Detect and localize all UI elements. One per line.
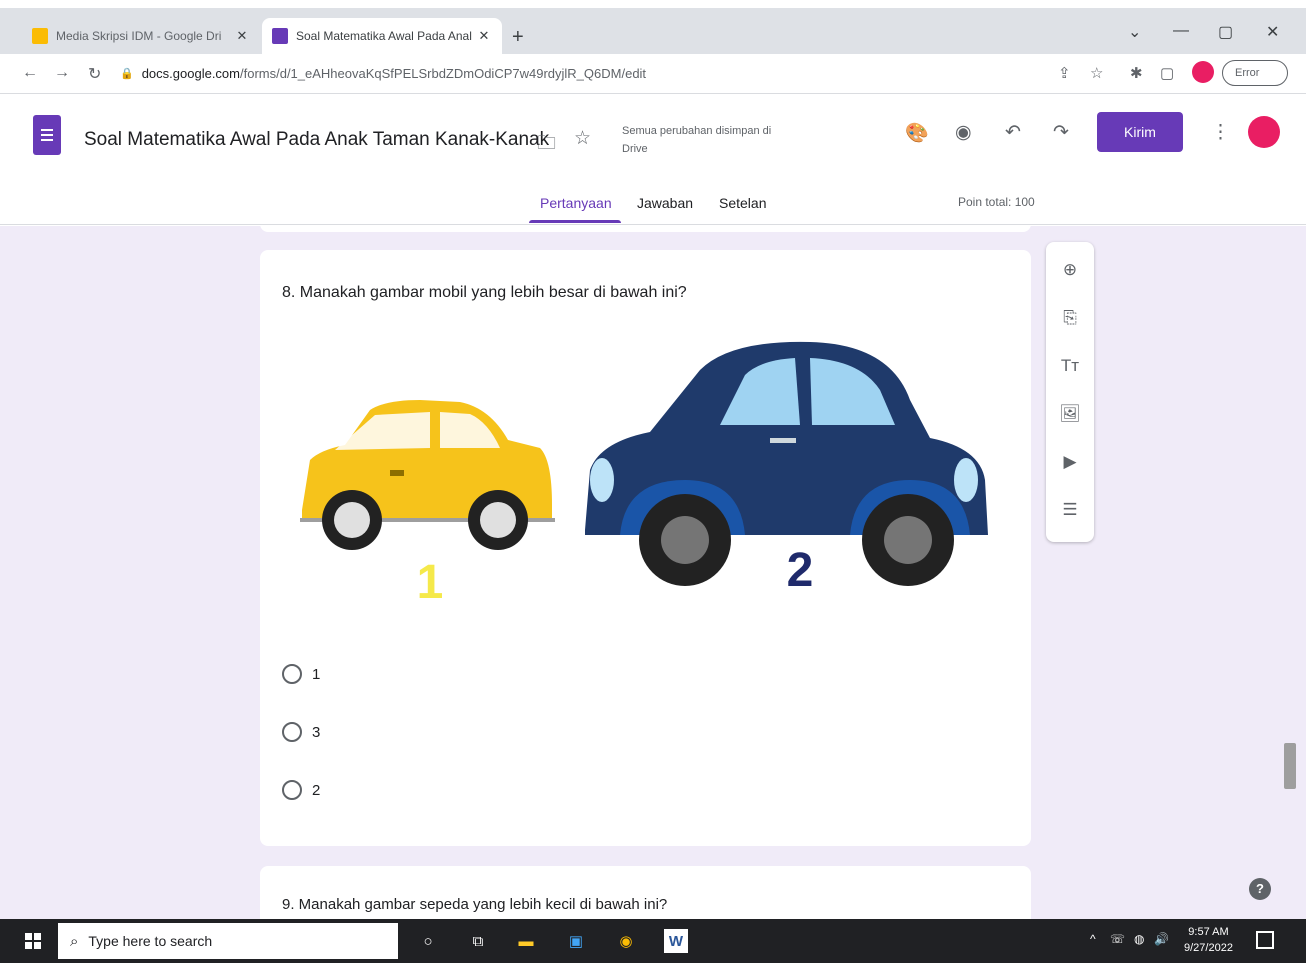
browser-toolbar: ← → ↻ 🔒 docs.google.com/forms/d/1_eAHheo… bbox=[0, 54, 1306, 94]
undo-icon[interactable]: ↶ bbox=[1005, 121, 1021, 144]
add-image-icon[interactable]: 🖼 bbox=[1058, 402, 1082, 426]
notifications-icon[interactable] bbox=[1256, 931, 1274, 949]
next-question-text[interactable]: 9. Manakah gambar sepeda yang lebih keci… bbox=[282, 896, 667, 913]
profile-avatar[interactable] bbox=[1192, 61, 1214, 83]
tab-close-icon[interactable]: ✕ bbox=[476, 28, 492, 44]
help-icon[interactable]: ? bbox=[1249, 878, 1271, 900]
address-bar[interactable]: 🔒 docs.google.com/forms/d/1_eAHheovaKqSf… bbox=[120, 60, 1020, 88]
radio-button[interactable] bbox=[282, 780, 302, 800]
tab-title: Soal Matematika Awal Pada Anal bbox=[296, 29, 472, 43]
car-1-label: 1 bbox=[417, 556, 444, 609]
save-status: Semua perubahan disimpan di Drive bbox=[622, 125, 772, 155]
bookmark-star-icon[interactable]: ☆ bbox=[1090, 64, 1103, 82]
import-questions-icon[interactable]: ⎘ bbox=[1058, 306, 1082, 330]
volume-icon[interactable]: 🔊 bbox=[1154, 932, 1169, 946]
maximize-icon[interactable]: ▢ bbox=[1218, 22, 1233, 42]
active-tab-indicator bbox=[529, 220, 621, 223]
next-question-card[interactable]: 9. Manakah gambar sepeda yang lebih keci… bbox=[260, 866, 1031, 919]
chrome-icon[interactable]: ◉ bbox=[614, 929, 638, 953]
task-view-icon[interactable]: ⧉ bbox=[466, 929, 490, 953]
radio-button[interactable] bbox=[282, 664, 302, 684]
cortana-icon[interactable]: ○ bbox=[416, 929, 440, 953]
tab-search-chevron-icon[interactable]: ⌄ bbox=[1128, 22, 1141, 42]
option-1[interactable]: 1 bbox=[282, 664, 320, 684]
form-title[interactable]: Soal Matematika Awal Pada Anak Taman Kan… bbox=[84, 129, 549, 151]
back-icon[interactable]: ← bbox=[22, 64, 38, 82]
share-icon[interactable]: ⇪ bbox=[1058, 64, 1071, 82]
network-icon[interactable]: ☏ bbox=[1110, 932, 1125, 946]
radio-button[interactable] bbox=[282, 722, 302, 742]
car-2-label: 2 bbox=[787, 544, 814, 597]
tab-title: Media Skripsi IDM - Google Dri bbox=[56, 29, 222, 43]
cars-image[interactable]: 1 2 bbox=[290, 330, 990, 610]
search-icon: ⌕ bbox=[70, 932, 79, 950]
preview-eye-icon[interactable]: ◉ bbox=[955, 121, 972, 144]
total-points: Poin total: 100 bbox=[958, 195, 1035, 209]
tab-close-icon[interactable]: ✕ bbox=[234, 28, 250, 44]
google-forms-logo-icon[interactable] bbox=[33, 115, 61, 155]
word-icon[interactable]: W bbox=[664, 929, 688, 953]
windows-taskbar: ⌕ Type here to search ○ ⧉ ▬ ▣ ◉ W ^ ☏ ◍ … bbox=[0, 919, 1306, 963]
add-section-icon[interactable]: ☰ bbox=[1058, 498, 1082, 522]
address-path: /forms/d/1_eAHheovaKqSfPELSrbdZDmOdiCP7w… bbox=[239, 66, 647, 81]
yellow-car-image bbox=[300, 400, 555, 550]
tab-settings[interactable]: Setelan bbox=[719, 195, 766, 211]
floating-toolbar: ⊕ ⎘ Tт 🖼 ▶ ☰ bbox=[1046, 242, 1094, 542]
lock-icon: 🔒 bbox=[120, 68, 134, 80]
tray-chevron-icon[interactable]: ^ bbox=[1090, 932, 1096, 946]
browser-tabstrip: Media Skripsi IDM - Google Dri ✕ Soal Ma… bbox=[0, 8, 1306, 54]
reload-icon[interactable]: ↻ bbox=[88, 64, 101, 84]
tab-responses[interactable]: Jawaban bbox=[637, 195, 693, 211]
taskbar-clock[interactable]: 9:57 AM 9/27/2022 bbox=[1184, 924, 1233, 956]
option-3[interactable]: 2 bbox=[282, 780, 320, 800]
add-video-icon[interactable]: ▶ bbox=[1058, 450, 1082, 474]
redo-icon[interactable]: ↷ bbox=[1053, 121, 1069, 144]
form-editor-canvas: 8. Manakah gambar mobil yang lebih besar… bbox=[0, 226, 1306, 919]
address-host: docs.google.com bbox=[141, 66, 240, 81]
close-window-icon[interactable]: ✕ bbox=[1266, 22, 1279, 42]
clock-date: 9/27/2022 bbox=[1184, 942, 1233, 954]
folder-icon[interactable]: 🗀 bbox=[537, 129, 556, 161]
forms-header: Soal Matematika Awal Pada Anak Taman Kan… bbox=[0, 95, 1306, 225]
add-title-icon[interactable]: Tт bbox=[1058, 354, 1082, 378]
browser-tab-drive[interactable]: Media Skripsi IDM - Google Dri ✕ bbox=[22, 18, 260, 54]
option-label: 1 bbox=[312, 665, 321, 683]
scrollbar-thumb[interactable] bbox=[1284, 743, 1296, 789]
send-button[interactable]: Kirim bbox=[1097, 112, 1183, 152]
start-button[interactable] bbox=[10, 919, 56, 963]
windows-logo-icon bbox=[25, 933, 41, 949]
account-avatar[interactable] bbox=[1248, 116, 1280, 148]
more-options-icon[interactable]: ⋮ bbox=[1211, 121, 1230, 144]
palette-icon[interactable]: 🎨 bbox=[905, 121, 929, 145]
option-label: 3 bbox=[312, 723, 321, 741]
google-drive-icon bbox=[32, 28, 48, 44]
side-panel-icon[interactable]: ▢ bbox=[1160, 64, 1174, 82]
scrollbar-track[interactable] bbox=[1284, 226, 1298, 919]
browser-tab-forms[interactable]: Soal Matematika Awal Pada Anal ✕ bbox=[262, 18, 502, 54]
option-2[interactable]: 3 bbox=[282, 722, 320, 742]
question-text[interactable]: 8. Manakah gambar mobil yang lebih besar… bbox=[282, 284, 687, 302]
forward-icon[interactable]: → bbox=[54, 64, 70, 82]
previous-question-card[interactable] bbox=[260, 226, 1031, 232]
clock-time: 9:57 AM bbox=[1188, 926, 1229, 938]
option-label: 2 bbox=[312, 781, 321, 799]
new-tab-button[interactable]: + bbox=[512, 26, 524, 49]
taskbar-search-box[interactable]: ⌕ Type here to search bbox=[58, 923, 398, 959]
add-question-icon[interactable]: ⊕ bbox=[1058, 258, 1082, 282]
file-explorer-icon[interactable]: ▬ bbox=[514, 929, 538, 953]
tab-questions[interactable]: Pertanyaan bbox=[540, 195, 612, 211]
media-app-icon[interactable]: ▣ bbox=[564, 929, 588, 953]
wifi-icon[interactable]: ◍ bbox=[1134, 932, 1144, 946]
extensions-icon[interactable]: ✱ bbox=[1130, 64, 1143, 82]
question-card[interactable]: 8. Manakah gambar mobil yang lebih besar… bbox=[260, 250, 1031, 846]
error-button[interactable]: Error bbox=[1222, 60, 1288, 86]
search-placeholder: Type here to search bbox=[88, 933, 213, 949]
star-icon[interactable]: ☆ bbox=[574, 127, 591, 150]
minimize-icon[interactable]: — bbox=[1173, 22, 1189, 40]
google-forms-icon bbox=[272, 28, 288, 44]
